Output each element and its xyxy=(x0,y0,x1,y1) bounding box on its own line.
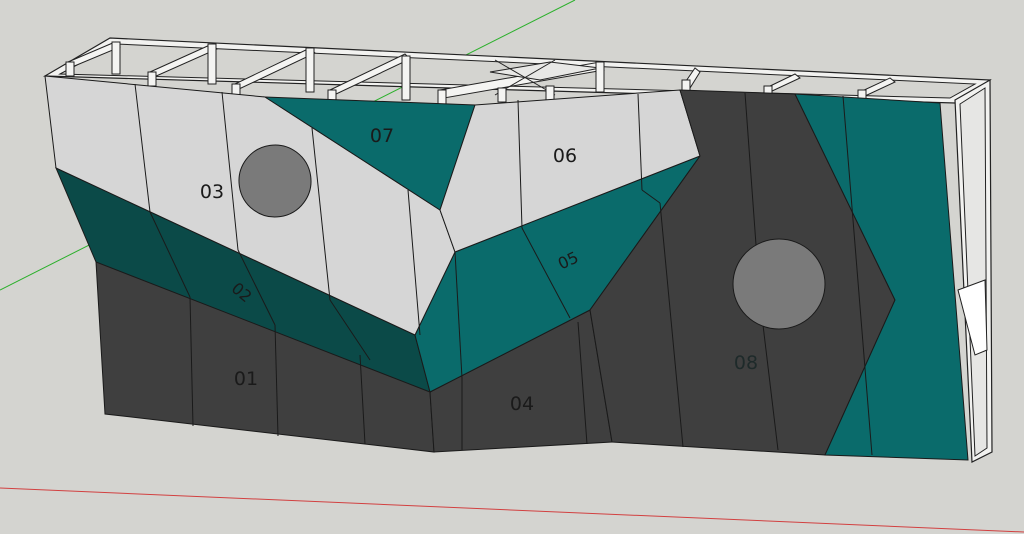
panel-label-01: 01 xyxy=(234,368,258,390)
panel-label-07: 07 xyxy=(370,125,394,147)
wall-panels xyxy=(44,75,969,461)
red-axis-line xyxy=(0,487,1024,533)
climbing-wall-model: 01 02 03 04 05 06 07 08 xyxy=(0,0,1024,533)
panel-label-04: 04 xyxy=(510,393,534,415)
panel-label-08: 08 xyxy=(734,352,758,374)
panel-label-03: 03 xyxy=(200,181,224,203)
panel-label-06: 06 xyxy=(553,145,577,167)
hold-circle-panel-08 xyxy=(732,238,826,330)
